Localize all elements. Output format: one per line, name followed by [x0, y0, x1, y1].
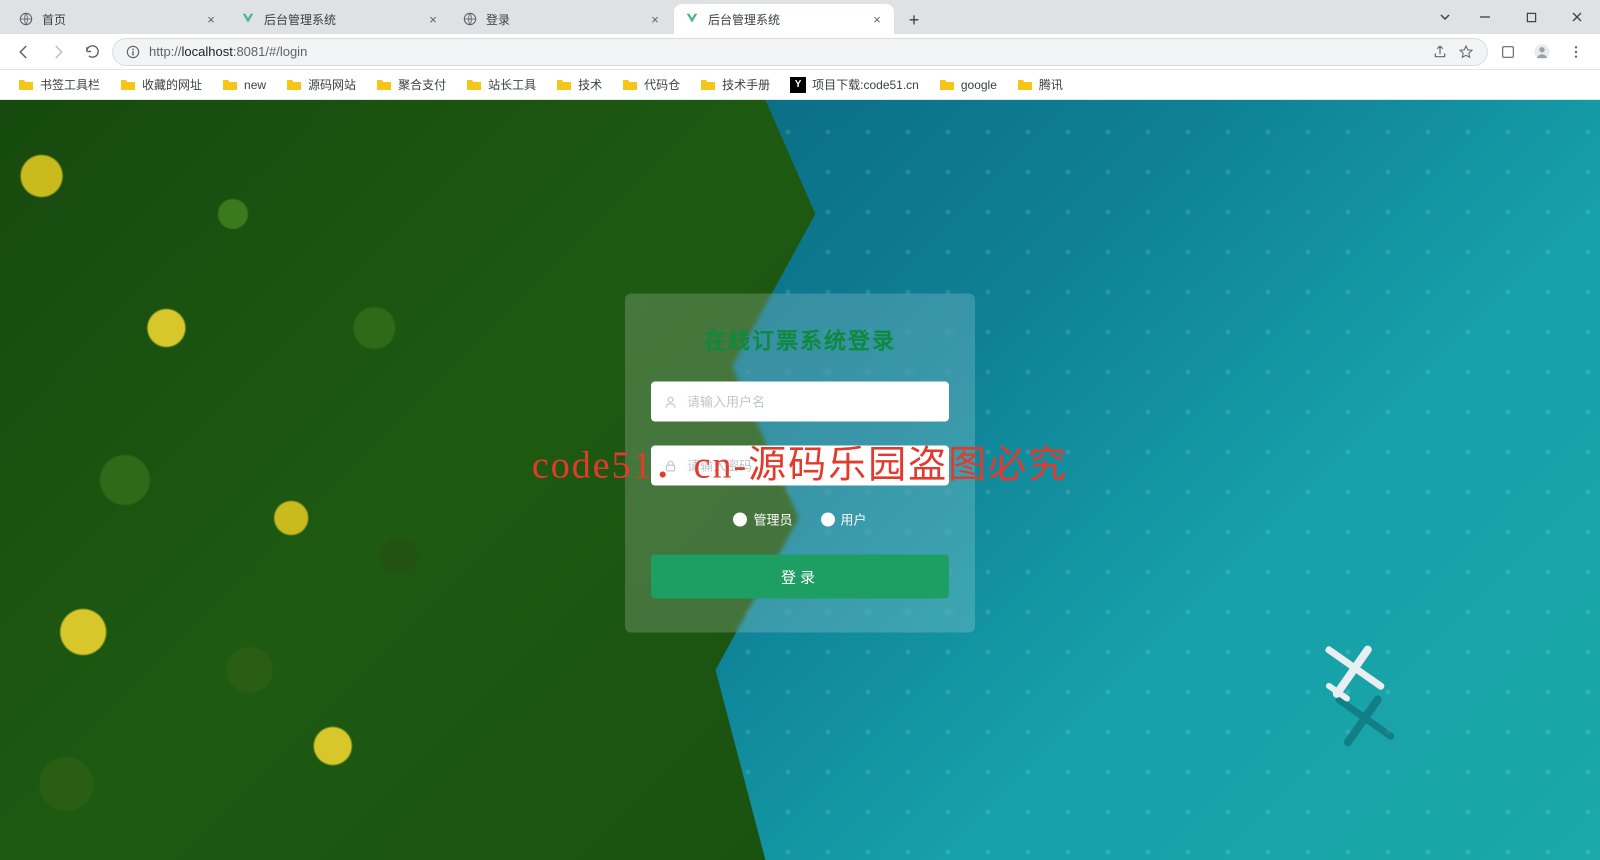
close-icon[interactable]: ×	[426, 12, 440, 26]
browser-tab[interactable]: 登录 ×	[452, 4, 672, 34]
bookmark-item[interactable]: 站长工具	[458, 73, 544, 96]
tab-title: 后台管理系统	[708, 11, 862, 28]
bookmark-item[interactable]: 代码仓	[614, 73, 688, 96]
bookmark-item[interactable]: Y项目下载:code51.cn	[782, 73, 927, 96]
site-icon: Y	[790, 77, 806, 93]
tab-search-icon[interactable]	[1428, 0, 1462, 34]
folder-icon	[556, 77, 572, 93]
bookmarks-bar: 书签工具栏 收藏的网址 new 源码网站 聚合支付 站长工具 技术 代码仓 技术…	[0, 70, 1600, 100]
bookmark-item[interactable]: google	[931, 74, 1005, 96]
radio-icon	[821, 512, 835, 526]
tab-title: 后台管理系统	[264, 11, 418, 28]
username-field[interactable]	[651, 382, 949, 422]
bookmark-item[interactable]: 技术手册	[692, 73, 778, 96]
browser-tab-active[interactable]: 后台管理系统 ×	[674, 4, 894, 34]
password-input[interactable]	[687, 458, 937, 473]
password-field[interactable]	[651, 446, 949, 486]
forward-button[interactable]	[44, 38, 72, 66]
folder-icon	[622, 77, 638, 93]
vue-icon	[684, 11, 700, 27]
close-icon[interactable]: ×	[648, 12, 662, 26]
window-maximize-icon[interactable]	[1508, 0, 1554, 34]
browser-tab[interactable]: 首页 ×	[8, 4, 228, 34]
bookmark-item[interactable]: 技术	[548, 73, 610, 96]
window-controls	[1428, 0, 1600, 34]
share-icon[interactable]	[1431, 38, 1449, 66]
username-input[interactable]	[687, 394, 937, 409]
vue-icon	[240, 11, 256, 27]
globe-icon	[18, 11, 34, 27]
site-info-icon[interactable]	[125, 44, 141, 60]
login-card: 在线订票系统登录 管理员 用户 登录	[625, 294, 975, 633]
tab-title: 首页	[42, 11, 196, 28]
address-bar[interactable]: http://localhost:8081/#/login	[112, 38, 1488, 66]
lock-icon	[663, 459, 677, 473]
folder-icon	[286, 77, 302, 93]
role-option-user[interactable]: 用户	[821, 510, 867, 529]
folder-icon	[466, 77, 482, 93]
bookmark-item[interactable]: new	[214, 74, 274, 96]
extensions-icon[interactable]	[1494, 38, 1522, 66]
login-button[interactable]: 登录	[651, 555, 949, 599]
folder-icon	[222, 77, 238, 93]
reload-button[interactable]	[78, 38, 106, 66]
folder-icon	[700, 77, 716, 93]
bookmark-item[interactable]: 腾讯	[1009, 73, 1071, 96]
role-option-admin[interactable]: 管理员	[733, 510, 792, 529]
bookmark-item[interactable]: 收藏的网址	[112, 73, 210, 96]
folder-icon	[120, 77, 136, 93]
globe-icon	[462, 11, 478, 27]
bookmark-star-icon[interactable]	[1457, 38, 1475, 66]
profile-avatar-icon[interactable]	[1528, 38, 1556, 66]
address-url: http://localhost:8081/#/login	[149, 44, 1423, 59]
back-button[interactable]	[10, 38, 38, 66]
login-title: 在线订票系统登录	[651, 324, 949, 356]
close-icon[interactable]: ×	[204, 12, 218, 26]
folder-icon	[1017, 77, 1033, 93]
browser-tab[interactable]: 后台管理系统 ×	[230, 4, 450, 34]
folder-icon	[376, 77, 392, 93]
folder-icon	[939, 77, 955, 93]
bookmark-item[interactable]: 聚合支付	[368, 73, 454, 96]
window-minimize-icon[interactable]	[1462, 0, 1508, 34]
folder-icon	[18, 77, 34, 93]
kebab-menu-icon[interactable]	[1562, 38, 1590, 66]
bookmark-item[interactable]: 源码网站	[278, 73, 364, 96]
browser-toolbar: http://localhost:8081/#/login	[0, 34, 1600, 70]
window-close-icon[interactable]	[1554, 0, 1600, 34]
bookmark-item[interactable]: 书签工具栏	[10, 73, 108, 96]
new-tab-button[interactable]: +	[900, 6, 928, 34]
user-icon	[663, 395, 677, 409]
radio-icon	[733, 512, 747, 526]
role-radio-group: 管理员 用户	[651, 510, 949, 529]
browser-tabstrip: 首页 × 后台管理系统 × 登录 × 后台管理系统 × +	[0, 0, 1600, 34]
close-icon[interactable]: ×	[870, 12, 884, 26]
page-viewport: 在线订票系统登录 管理员 用户 登录 code51．cn-源码乐园盗	[0, 100, 1600, 860]
tab-title: 登录	[486, 11, 640, 28]
